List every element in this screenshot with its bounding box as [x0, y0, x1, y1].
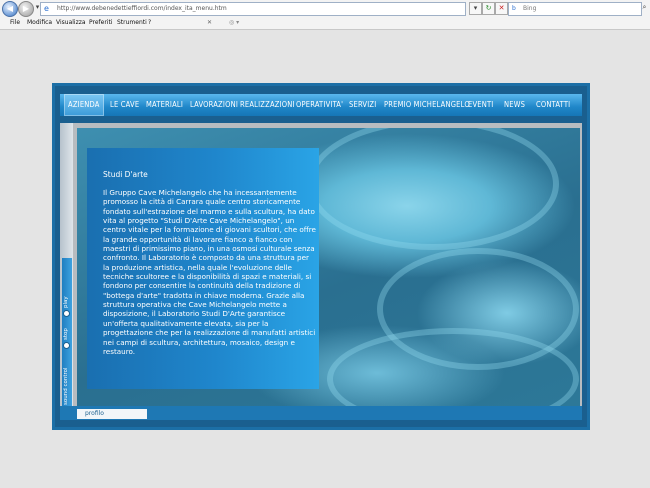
- menu-preferiti[interactable]: Preferiti: [89, 17, 113, 28]
- menu-file[interactable]: File: [10, 17, 20, 28]
- back-button[interactable]: ◀: [2, 1, 18, 17]
- stop-icon[interactable]: ✕: [495, 2, 508, 15]
- tab-close-icon[interactable]: ✕: [207, 17, 212, 28]
- search-input[interactable]: b Bing: [508, 2, 642, 16]
- sound-play-button[interactable]: play: [63, 296, 69, 308]
- nav-eventi[interactable]: EVENTI: [468, 94, 494, 116]
- menu-help[interactable]: ?: [148, 17, 151, 28]
- ie-page-icon: e: [44, 4, 49, 13]
- address-dropdown-icon[interactable]: ▾: [469, 2, 482, 15]
- main-nav: AZIENDA LE CAVE MATERIALI LAVORAZIONI RE…: [60, 94, 582, 116]
- search-button-icon[interactable]: ⌕: [641, 2, 648, 13]
- tab-options-icon[interactable]: ◎ ▾: [229, 17, 239, 28]
- bottom-bar: profilo: [60, 406, 582, 420]
- play-icon-dot[interactable]: [63, 310, 70, 317]
- sound-control: sound control stop play: [62, 258, 72, 408]
- browser-toolbar: ◀ ▶ ▾ e http://www.debenedettieffiordi.c…: [0, 0, 650, 30]
- nav-lavorazioni[interactable]: LAVORAZIONI: [190, 94, 238, 116]
- sound-stop-button[interactable]: stop: [63, 328, 69, 340]
- address-url: http://www.debenedettieffiordi.com/index…: [57, 5, 227, 12]
- nav-realizzazioni[interactable]: REALIZZAZIONI: [240, 94, 295, 116]
- text-panel: Studi D'arte Il Gruppo Cave Michelangelo…: [87, 148, 319, 389]
- panel-title: Studi D'arte: [103, 170, 148, 179]
- nav-azienda[interactable]: AZIENDA: [64, 94, 104, 116]
- nav-operativita[interactable]: OPERATIVITA': [296, 94, 343, 116]
- site-frame: AZIENDA LE CAVE MATERIALI LAVORAZIONI RE…: [52, 83, 590, 430]
- profilo-tab[interactable]: profilo: [77, 409, 147, 419]
- refresh-icon[interactable]: ↻: [482, 2, 495, 15]
- sculpture-fold: [307, 128, 559, 250]
- marble-sculpture-image: Studi D'arte Il Gruppo Cave Michelangelo…: [77, 128, 580, 406]
- nav-premio-michelangelo[interactable]: PREMIO MICHELANGELO: [384, 94, 470, 116]
- address-bar[interactable]: e http://www.debenedettieffiordi.com/ind…: [40, 2, 466, 16]
- search-placeholder: Bing: [523, 5, 537, 12]
- menu-strumenti[interactable]: Strumenti: [117, 17, 147, 28]
- stop-icon-dot[interactable]: [63, 342, 70, 349]
- menu-visualizza[interactable]: Visualizza: [56, 17, 86, 28]
- sound-control-label: sound control: [63, 367, 69, 405]
- nav-contatti[interactable]: CONTATTI: [536, 94, 570, 116]
- side-strip: sound control stop play: [60, 123, 73, 420]
- nav-servizi[interactable]: SERVIZI: [349, 94, 376, 116]
- menu-modifica[interactable]: Modifica: [27, 17, 52, 28]
- panel-body-text: Il Gruppo Cave Michelangelo che ha inces…: [103, 188, 316, 356]
- bing-icon: b: [512, 5, 516, 12]
- nav-le-cave[interactable]: LE CAVE: [110, 94, 139, 116]
- nav-news[interactable]: NEWS: [504, 94, 525, 116]
- content-area: sound control stop play Studi D'arte Il …: [60, 123, 582, 420]
- site-inner: AZIENDA LE CAVE MATERIALI LAVORAZIONI RE…: [55, 86, 587, 427]
- nav-materiali[interactable]: MATERIALI: [146, 94, 183, 116]
